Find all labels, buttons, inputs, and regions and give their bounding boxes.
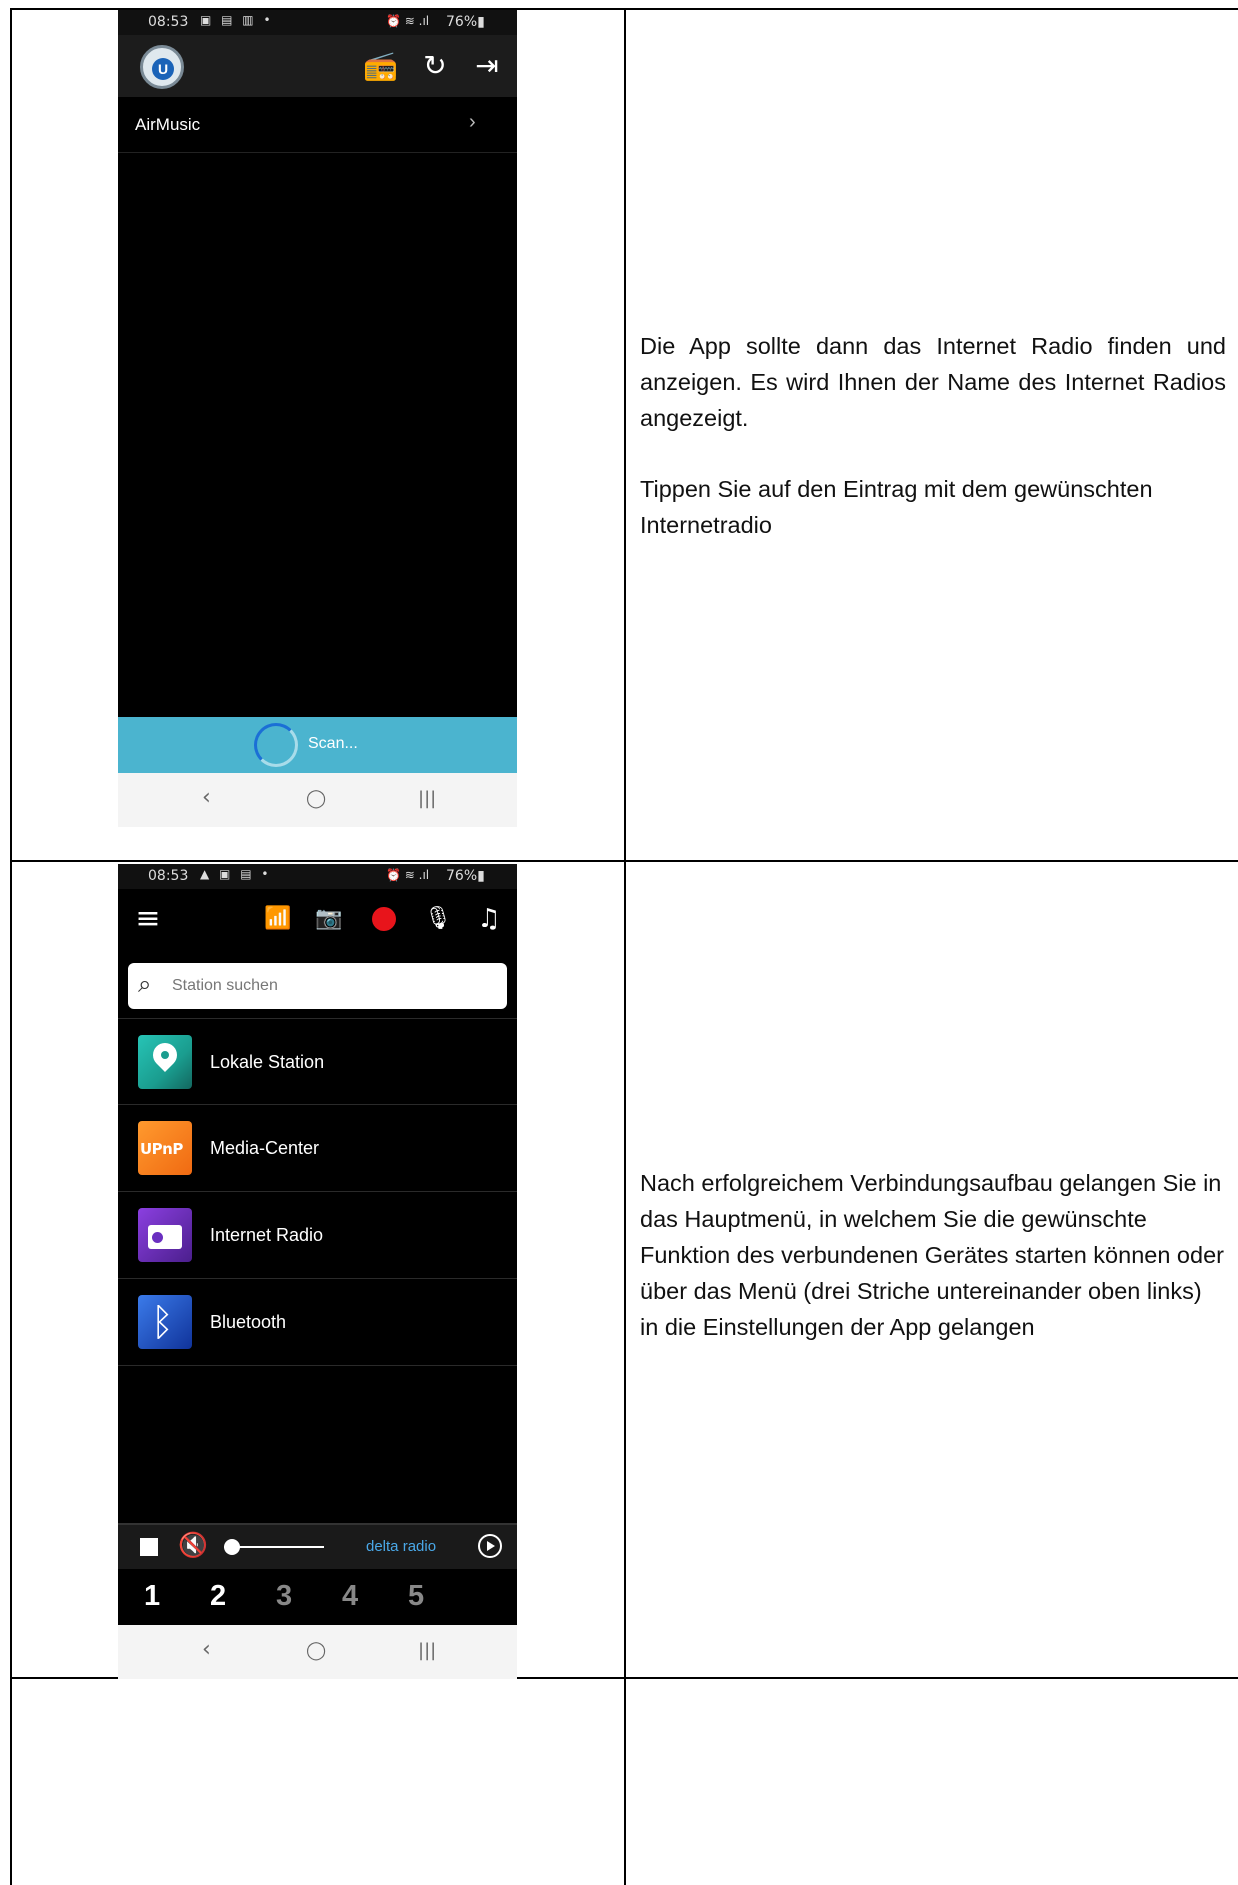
- mini-player-bar: 🔇 delta radio: [118, 1523, 517, 1569]
- main-menu-list: Lokale Station UPnP Media-Center Interne…: [118, 1018, 517, 1366]
- home-icon[interactable]: ◯: [306, 788, 326, 809]
- back-icon[interactable]: ‹: [202, 785, 211, 810]
- menu-item-label: Bluetooth: [210, 1312, 287, 1332]
- recents-icon[interactable]: |||: [418, 788, 436, 809]
- status-time: 08:53: [148, 868, 189, 884]
- volume-slider-handle[interactable]: [224, 1539, 240, 1555]
- music-library-icon[interactable]: ♫: [471, 901, 507, 937]
- hamburger-menu-icon[interactable]: ≡: [130, 901, 166, 937]
- home-icon[interactable]: ◯: [306, 1640, 326, 1661]
- loading-spinner-icon: [254, 723, 298, 767]
- battery-level: 76%▮: [446, 14, 485, 30]
- location-pin-icon: [138, 1035, 192, 1089]
- menu-item-label: Internet Radio: [210, 1225, 324, 1245]
- bluetooth-icon: ᛒ: [138, 1295, 192, 1349]
- station-search-box[interactable]: ⌕: [128, 963, 507, 1009]
- android-nav-bar: ‹ ◯ |||: [118, 773, 517, 827]
- table-column-divider: [624, 8, 626, 1885]
- signal-icons: ⏰ ≋ .ıl: [386, 14, 430, 28]
- preset-button-2[interactable]: 2: [210, 1580, 226, 1613]
- menu-item-media-center[interactable]: UPnP Media-Center: [118, 1105, 517, 1192]
- radio-icon: [138, 1208, 192, 1262]
- speaker-wifi-icon[interactable]: 📻: [363, 49, 398, 83]
- search-icon: ⌕: [138, 970, 152, 998]
- instruction-paragraph: Die App sollte dann das Internet Radio f…: [640, 333, 1226, 431]
- android-nav-bar: ‹ ◯ |||: [118, 1625, 517, 1679]
- preset-bar: 1 2 3 4 5: [118, 1572, 517, 1625]
- upnp-icon-text: UPnP: [140, 1140, 183, 1158]
- refresh-icon[interactable]: ↻: [418, 49, 452, 83]
- record-icon[interactable]: [372, 907, 396, 931]
- device-name: AirMusic: [135, 115, 201, 134]
- table-border-left: [10, 8, 12, 1885]
- scan-label: Scan...: [308, 735, 358, 752]
- chevron-right-icon: ›: [469, 111, 476, 133]
- main-toolbar: ≡ 📶 📷 🎙 ♫: [118, 889, 517, 947]
- notification-icons: ▣ ▤ ▥ •: [200, 13, 274, 27]
- status-time: 08:53: [148, 14, 189, 30]
- mute-icon[interactable]: 🔇: [178, 1531, 208, 1559]
- instruction-paragraph: Tippen Sie auf den Eintrag mit dem gewün…: [640, 476, 1153, 538]
- menu-item-lokale-station[interactable]: Lokale Station: [118, 1018, 517, 1105]
- menu-item-label: Lokale Station: [210, 1052, 325, 1072]
- app-bar: U 📻 ↻ ⇥: [118, 35, 517, 97]
- battery-level: 76%▮: [446, 868, 485, 884]
- airmusic-logo-icon: U: [140, 45, 184, 89]
- notification-icons: ▲ ▣ ▤ •: [200, 867, 272, 881]
- menu-item-label: Media-Center: [210, 1138, 320, 1158]
- now-playing-station[interactable]: delta radio: [366, 1538, 436, 1555]
- instruction-text-1: Die App sollte dann das Internet Radio f…: [640, 328, 1226, 543]
- signal-icons: ⏰ ≋ .ıl: [386, 868, 430, 882]
- menu-item-bluetooth[interactable]: ᛒ Bluetooth: [118, 1279, 517, 1366]
- station-search-input[interactable]: [172, 972, 492, 1000]
- back-icon[interactable]: ‹: [202, 1637, 211, 1662]
- preset-button-1[interactable]: 1: [144, 1580, 160, 1613]
- upnp-icon: UPnP: [138, 1121, 192, 1175]
- microphone-icon[interactable]: 🎙: [420, 901, 456, 937]
- preset-button-4[interactable]: 4: [342, 1580, 358, 1613]
- preset-button-3[interactable]: 3: [276, 1580, 292, 1613]
- remote-control-icon[interactable]: 📶: [260, 901, 296, 937]
- scan-bar[interactable]: Scan...: [118, 717, 517, 773]
- instruction-text-2: Nach erfolgreichem Verbindungsaufbau gel…: [640, 1165, 1226, 1345]
- status-bar: 08:53 ▲ ▣ ▤ • ⏰ ≋ .ıl 76%▮: [118, 864, 517, 889]
- phone-screenshot-main-menu: 08:53 ▲ ▣ ▤ • ⏰ ≋ .ıl 76%▮ ≡ 📶 📷 🎙 ♫ ⌕ L…: [118, 864, 517, 1679]
- phone-screenshot-scan: 08:53 ▣ ▤ ▥ • ⏰ ≋ .ıl 76%▮ U 📻 ↻ ⇥ AirMu…: [118, 10, 517, 827]
- recents-icon[interactable]: |||: [418, 1640, 436, 1661]
- menu-item-internet-radio[interactable]: Internet Radio: [118, 1192, 517, 1279]
- device-list-item[interactable]: AirMusic ›: [118, 97, 517, 153]
- instruction-paragraph: Nach erfolgreichem Verbindungsaufbau gel…: [640, 1170, 1224, 1340]
- camera-icon[interactable]: 📷: [311, 901, 347, 937]
- exit-icon[interactable]: ⇥: [470, 49, 504, 83]
- stop-icon[interactable]: [140, 1538, 158, 1556]
- status-bar: 08:53 ▣ ▤ ▥ • ⏰ ≋ .ıl 76%▮: [118, 10, 517, 35]
- preset-button-5[interactable]: 5: [408, 1580, 424, 1613]
- logo-letter: U: [152, 58, 174, 80]
